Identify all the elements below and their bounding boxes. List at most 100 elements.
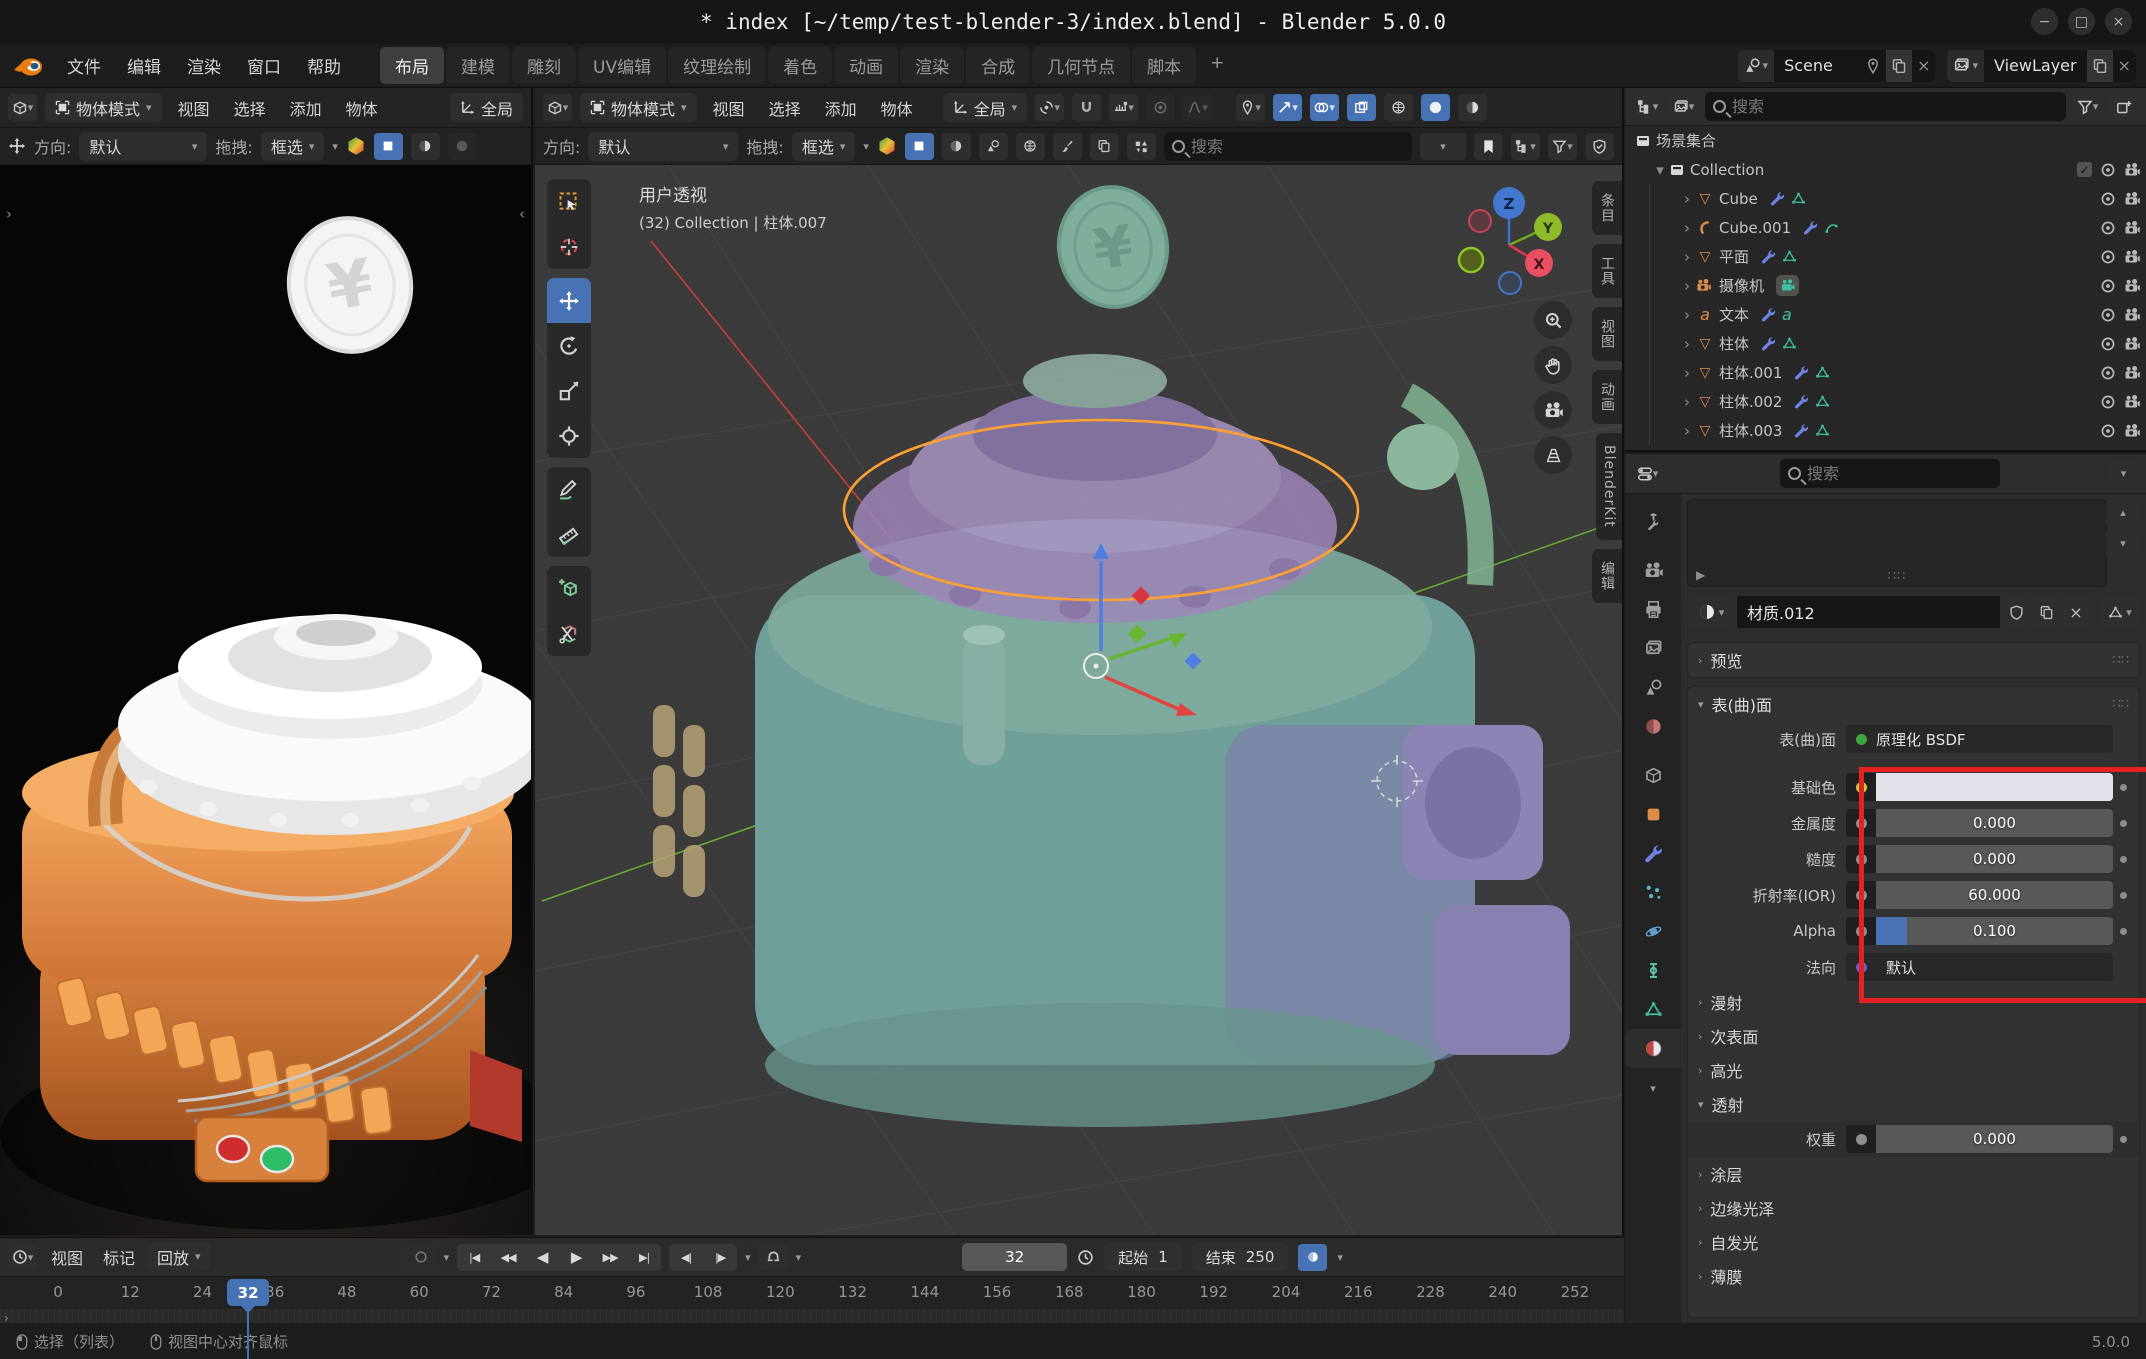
workspace-tab-texture-paint[interactable]: 纹理绘制 xyxy=(668,47,766,84)
cursor-tool[interactable] xyxy=(547,224,591,269)
shading-solid-button[interactable] xyxy=(374,133,403,160)
object-visibility-button[interactable]: ▾ xyxy=(1236,94,1265,121)
orientation-dropdown[interactable]: 全局▾ xyxy=(943,93,1028,122)
props-tab-data[interactable] xyxy=(1625,990,1681,1029)
object-menu[interactable]: 物体 xyxy=(338,93,386,123)
timeline-playback-menu[interactable]: 回放▾ xyxy=(147,1242,211,1271)
text-data-icon[interactable]: a xyxy=(1782,305,1792,324)
snap-target-button[interactable]: ▾ xyxy=(1109,94,1138,121)
disable-render-icon[interactable] xyxy=(2124,278,2140,294)
zoom-button[interactable] xyxy=(1534,301,1572,339)
rotate-tool[interactable] xyxy=(547,323,591,368)
sidebar-tab-view[interactable]: 视图 xyxy=(1592,307,1622,361)
mesh-data-icon[interactable] xyxy=(1815,394,1830,409)
hide-viewport-icon[interactable] xyxy=(2100,220,2116,236)
workspace-tab-animation[interactable]: 动画 xyxy=(834,47,898,84)
socket-icon[interactable] xyxy=(1846,881,1876,909)
sidebar-tab-edit[interactable]: 编辑 xyxy=(1592,549,1622,603)
socket-icon[interactable] xyxy=(1846,1125,1876,1153)
view-menu[interactable]: 视图 xyxy=(705,93,753,123)
gizmos-toggle-button[interactable]: ▾ xyxy=(1273,94,1302,121)
sidebar-tab-tool[interactable]: 工具 xyxy=(1592,244,1622,298)
scene-copy-button[interactable] xyxy=(1886,50,1912,82)
orientation-dropdown[interactable]: 全局 xyxy=(450,93,523,122)
annotate-tool[interactable] xyxy=(547,467,591,512)
sort-list-button[interactable]: ▾ xyxy=(1511,133,1540,160)
outliner-row-scene-collection[interactable]: 场景集合 xyxy=(1625,126,2146,155)
mesh-data-icon[interactable] xyxy=(1782,249,1797,264)
mode-dropdown[interactable]: 物体模式▾ xyxy=(580,93,697,122)
disable-render-icon[interactable] xyxy=(2124,423,2140,439)
object-menu[interactable]: 物体 xyxy=(873,93,921,123)
shading-solid-button[interactable] xyxy=(1421,94,1450,121)
subsurface-subpanel[interactable]: ›次表面 xyxy=(1688,1019,2139,1053)
surface-panel-label[interactable]: 表(曲)面 xyxy=(1712,692,1773,716)
workspace-tab-modeling[interactable]: 建模 xyxy=(446,47,510,84)
previous-keyframe-button[interactable]: ◀◀ xyxy=(491,1244,525,1271)
mesh-data-dropdown[interactable]: ▾ xyxy=(2100,596,2140,628)
xray-toggle-button[interactable] xyxy=(1347,94,1376,121)
outliner-filter-button[interactable]: ▾ xyxy=(2073,93,2102,120)
slot-scroll-up-button[interactable]: ▴ xyxy=(2106,499,2140,526)
scene-browse-button[interactable]: ▾ xyxy=(1738,50,1775,82)
hide-viewport-icon[interactable] xyxy=(2100,278,2116,294)
measure-tool[interactable] xyxy=(547,512,591,557)
scene-name[interactable]: Scene xyxy=(1774,56,1860,75)
material-name-field[interactable]: 材质.012 xyxy=(1737,596,2000,628)
minimize-button[interactable]: − xyxy=(2031,8,2058,35)
modifier-wrench-icon[interactable] xyxy=(1803,220,1818,235)
verified-shield-icon[interactable] xyxy=(1585,133,1614,160)
sidebar-tab-blenderkit[interactable]: BlenderKit xyxy=(1596,433,1622,540)
disable-render-icon[interactable] xyxy=(2124,220,2140,236)
workspace-tab-sculpt[interactable]: 雕刻 xyxy=(512,47,576,84)
next-keyframe-button[interactable]: ▶▶ xyxy=(593,1244,627,1271)
expand-icon[interactable]: › xyxy=(4,1311,9,1325)
chevron-down-icon[interactable]: ▾ xyxy=(863,140,869,153)
drag-handle-icon[interactable]: ∷∷ xyxy=(1888,569,1907,584)
drag-dropdown[interactable]: 框选▾ xyxy=(792,132,856,161)
workspace-tab-compositing[interactable]: 合成 xyxy=(966,47,1030,84)
proportional-edit-button[interactable] xyxy=(1146,94,1175,121)
props-tab-tool[interactable] xyxy=(1625,502,1681,541)
disable-render-icon[interactable] xyxy=(2124,394,2140,410)
socket-icon[interactable] xyxy=(1846,845,1876,873)
socket-icon[interactable] xyxy=(1846,773,1876,801)
editor-type-button[interactable]: ▾ xyxy=(543,94,572,121)
mesh-data-icon[interactable] xyxy=(1815,365,1830,380)
mesh-data-icon[interactable] xyxy=(1791,191,1806,206)
collection-checkbox[interactable]: ✓ xyxy=(2077,162,2092,177)
frame-start-field[interactable]: 起始1 xyxy=(1104,1243,1182,1271)
step-back-button[interactable]: ◀| xyxy=(669,1244,703,1271)
mode-dropdown[interactable]: 物体模式▾ xyxy=(45,93,162,122)
snap-magnet-button[interactable] xyxy=(1072,94,1101,121)
outliner-row-object[interactable]: ›▽ 柱体.003 xyxy=(1650,416,2146,445)
blenderkit-category-materials-button[interactable] xyxy=(942,133,971,160)
asset-dropdown-button[interactable]: ▾ xyxy=(1420,133,1466,160)
base-color-swatch[interactable] xyxy=(1876,773,2113,801)
blenderkit-category-brushes-button[interactable] xyxy=(1053,133,1082,160)
weight-slider[interactable]: 0.000 xyxy=(1876,1125,2113,1153)
add-workspace-button[interactable]: + xyxy=(1198,47,1236,84)
hide-viewport-icon[interactable] xyxy=(2100,423,2116,439)
pan-hand-button[interactable] xyxy=(1534,346,1572,384)
outliner-row-object[interactable]: ›a 文本 a xyxy=(1650,300,2146,329)
props-tab-object[interactable] xyxy=(1625,795,1681,834)
animate-dot-icon[interactable] xyxy=(2120,784,2127,791)
scene-unlink-button[interactable]: × xyxy=(1912,56,1935,75)
properties-options-button[interactable]: ▾ xyxy=(2109,460,2138,487)
playhead[interactable]: 32 xyxy=(227,1279,269,1306)
orthographic-toggle-button[interactable] xyxy=(1534,436,1572,474)
animate-dot-icon[interactable] xyxy=(2120,856,2127,863)
ior-slider[interactable]: 60.000 xyxy=(1876,881,2113,909)
jump-to-start-button[interactable]: |◀ xyxy=(457,1244,491,1271)
workspace-tab-layout[interactable]: 布局 xyxy=(380,47,444,84)
current-frame-field[interactable]: 32 xyxy=(962,1243,1067,1271)
animate-dot-icon[interactable] xyxy=(2120,820,2127,827)
region-toggle-right-icon[interactable]: ‹ xyxy=(519,205,525,223)
modifier-wrench-icon[interactable] xyxy=(1794,394,1809,409)
curve-data-icon[interactable] xyxy=(1824,220,1839,235)
specular-subpanel[interactable]: ›高光 xyxy=(1688,1053,2139,1087)
preview-panel-label[interactable]: 预览 xyxy=(1710,648,1742,672)
region-toggle-left-icon[interactable]: › xyxy=(6,205,12,223)
menu-file[interactable]: 文件 xyxy=(54,49,114,82)
